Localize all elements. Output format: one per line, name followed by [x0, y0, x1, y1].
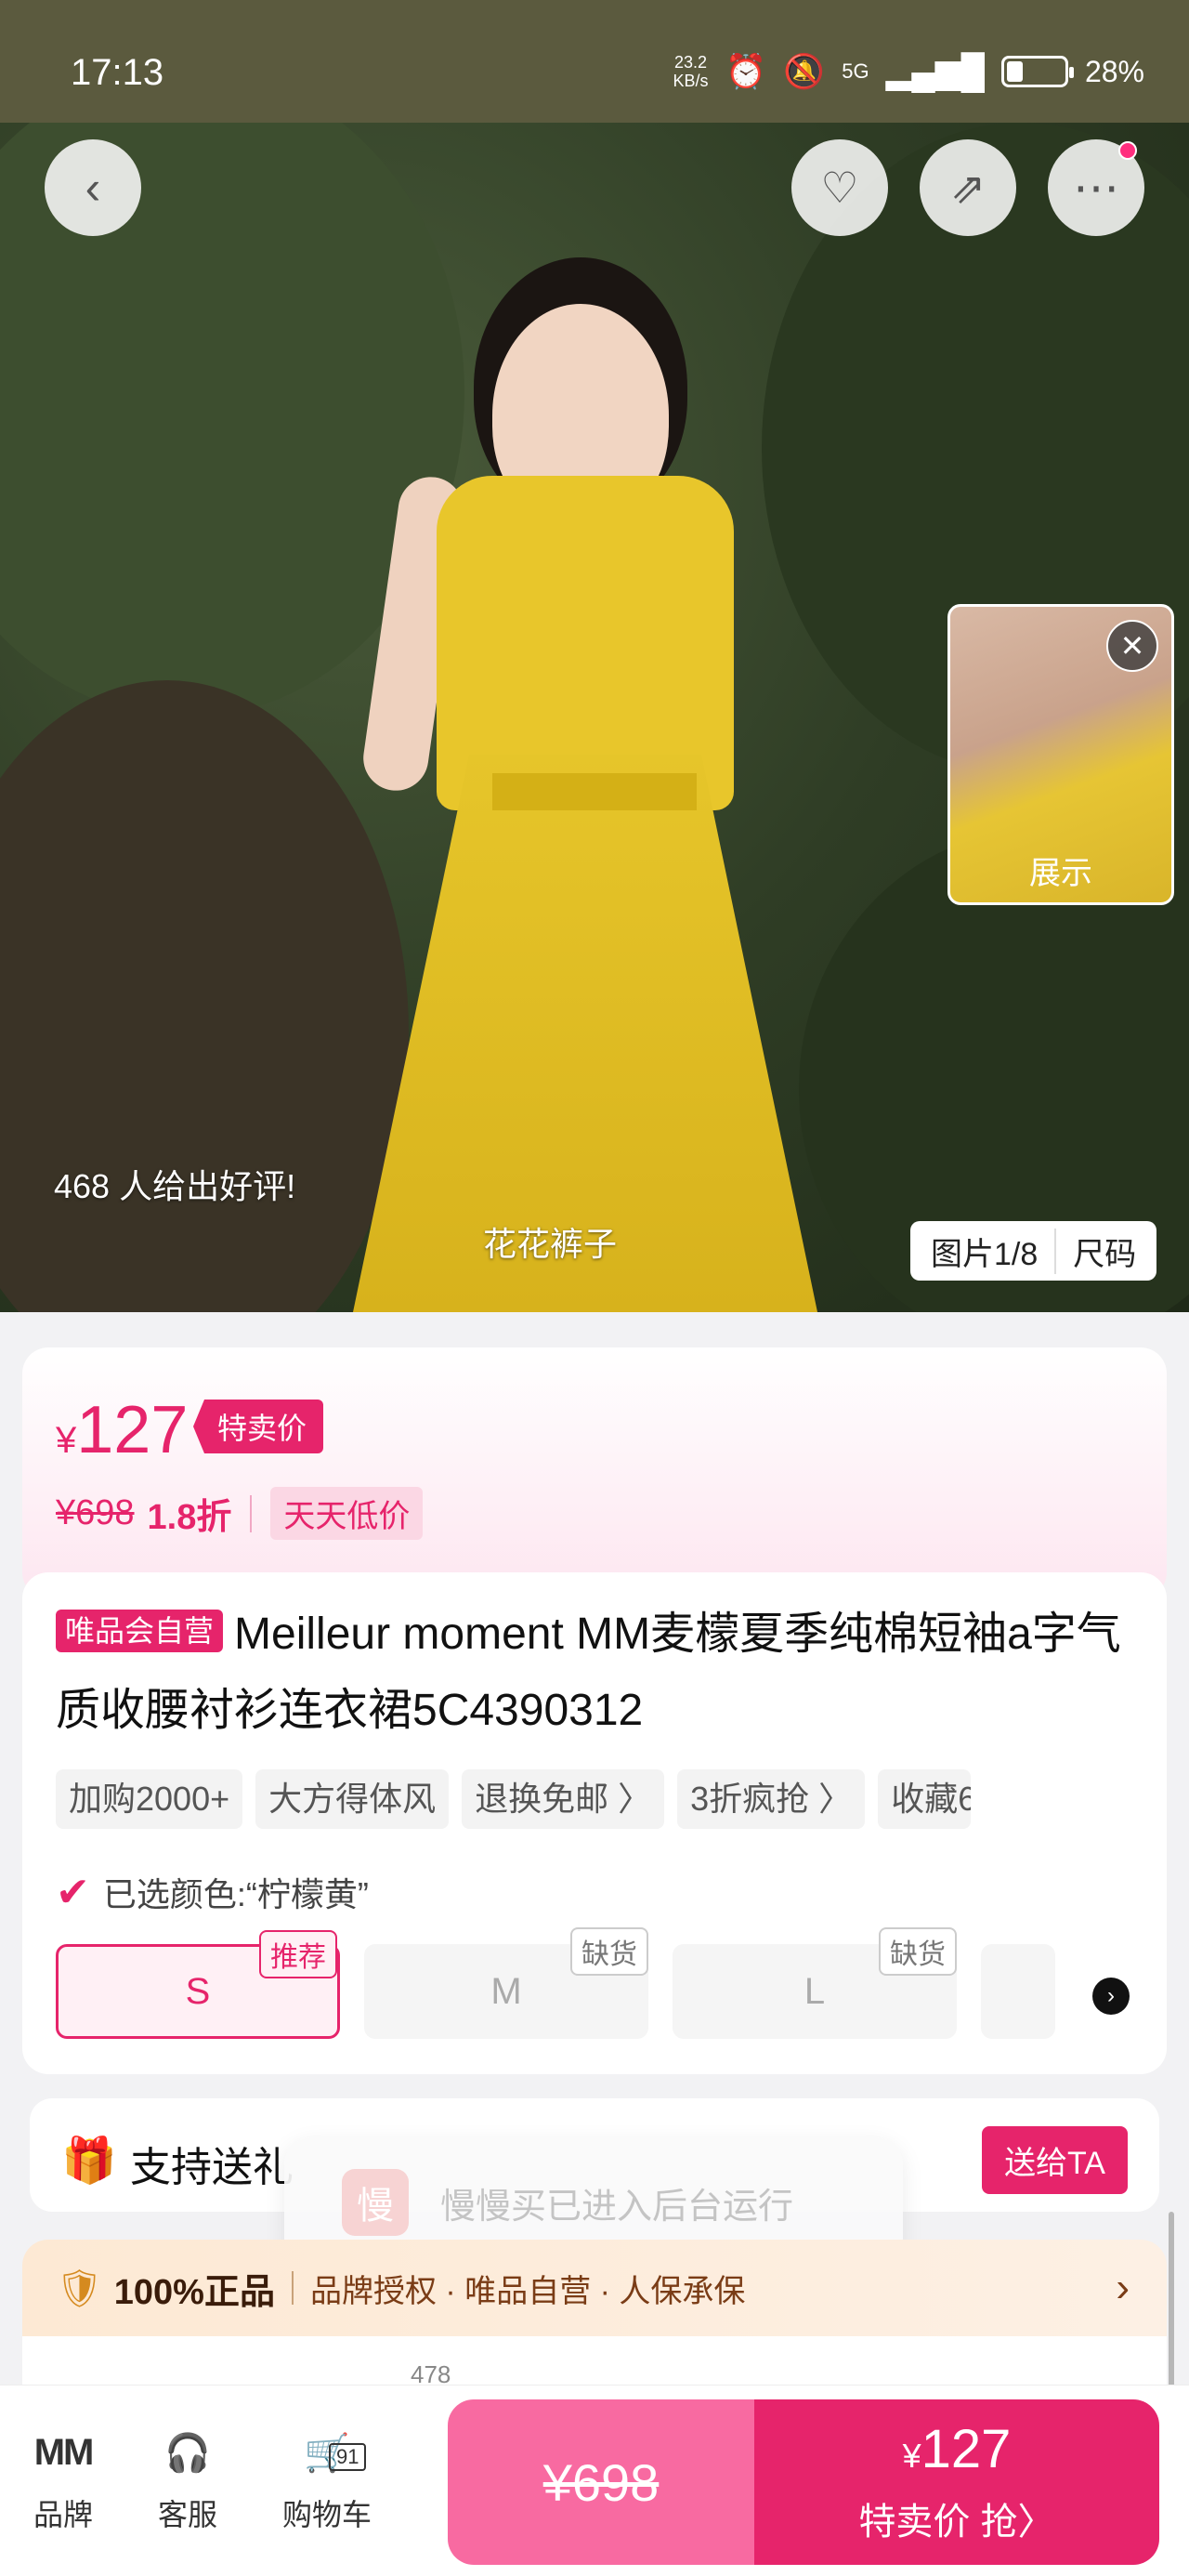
out-of-stock-flag: 缺货 — [879, 1927, 957, 1976]
size-selector: S 推荐 M 缺货 L 缺货 — [56, 1927, 1055, 2039]
shield-icon: 🛡 — [56, 2267, 103, 2309]
back-button[interactable]: ‹ — [45, 139, 141, 236]
more-dots-icon: ⋯ — [1073, 162, 1119, 214]
out-of-stock-flag: 缺货 — [570, 1927, 648, 1976]
gallery-tabs: 图片1/8 尺码 — [910, 1221, 1157, 1281]
wishlist-button[interactable]: ♡ — [791, 139, 888, 236]
size-option-m[interactable]: M 缺货 — [364, 1927, 648, 2039]
tab-images[interactable]: 图片1/8 — [914, 1228, 1057, 1274]
tab-size[interactable]: 尺码 — [1056, 1229, 1153, 1274]
self-operated-tag: 唯品会自营 — [56, 1610, 224, 1652]
mute-icon: 🔕 — [783, 52, 826, 90]
special-price-tag: 特卖价 — [193, 1400, 324, 1453]
headset-icon: 🎧 — [164, 2432, 211, 2474]
nav-brand[interactable]: MM 品牌 — [33, 2423, 95, 2534]
heart-plus-icon: ♡ — [820, 164, 859, 212]
status-icons: 23.2 KB/s ⏰ 🔕 5G ▂▄▆█ 28% — [673, 52, 1144, 91]
chip-style: 大方得体风 — [255, 1769, 450, 1829]
thumbnail-label: 展示 — [1029, 856, 1092, 891]
nav-cart[interactable]: 🛒 91 购物车 — [282, 2423, 372, 2534]
price-card: ¥127 特卖价 ¥698 1.8折 天天低价 — [22, 1347, 1167, 1598]
app-icon: 慢 — [342, 2169, 409, 2236]
alarm-icon: ⏰ — [725, 52, 767, 90]
status-time: 17:13 — [71, 52, 164, 93]
product-dress — [353, 476, 817, 1312]
price-details: ¥698 1.8折 天天低价 — [56, 1487, 424, 1540]
guarantee-title: 100%正品 — [113, 2272, 275, 2312]
close-icon[interactable]: ✕ — [1106, 620, 1158, 672]
buy-button-group: ¥698 ¥127 特卖价 抢〉 — [448, 2399, 1159, 2565]
chevron-right-icon: › — [1116, 2265, 1130, 2310]
nav-customer-service[interactable]: 🎧 客服 — [158, 2423, 217, 2534]
product-chips: 加购2000+ 大方得体风 退换免邮 〉 3折疯抢 〉 收藏600+ — [56, 1769, 972, 1829]
notification-dot — [1118, 141, 1137, 160]
chip-flash-sale[interactable]: 3折疯抢 〉 — [677, 1769, 866, 1829]
brand-logo-icon: MM — [33, 2431, 95, 2473]
recommended-flag: 推荐 — [259, 1930, 337, 1978]
scrollbar[interactable] — [1169, 2212, 1174, 2407]
daily-low-tag: 天天低价 — [270, 1487, 424, 1540]
net-rate: 23.2 KB/s — [673, 53, 709, 90]
current-price: ¥127 — [56, 1393, 189, 1467]
status-bar: 17:13 23.2 KB/s ⏰ 🔕 5G ▂▄▆█ 28% — [0, 0, 1189, 123]
battery-icon — [1000, 56, 1074, 87]
original-price-button[interactable]: ¥698 — [448, 2399, 754, 2565]
gift-text: 支持送礼 — [130, 2145, 294, 2190]
guarantee-items: 品牌授权 · 唯品自营 · 人保承保 — [309, 2273, 746, 2309]
more-button[interactable]: ⋯ — [1048, 139, 1144, 236]
review-hint: 468 人给出好评! — [54, 1167, 296, 1205]
send-gift-button[interactable]: 送给TA — [982, 2126, 1128, 2194]
content-strip — [22, 2336, 1167, 2392]
chevron-left-icon: ‹ — [85, 162, 101, 214]
buy-now-button[interactable]: ¥127 特卖价 抢〉 — [754, 2399, 1159, 2565]
size-option-l[interactable]: L 缺货 — [673, 1927, 957, 2039]
chip-free-returns[interactable]: 退换免邮 〉 — [462, 1769, 665, 1829]
network-label: 5G — [842, 59, 869, 83]
battery-percent: 28% — [1084, 54, 1144, 88]
original-price: ¥698 — [56, 1493, 135, 1532]
check-icon: ✔ — [56, 1869, 90, 1915]
gift-icon: 🎁 — [61, 2136, 117, 2186]
product-info-card: 唯品会自营 Meilleur moment MM麦檬夏季纯棉短袖a字气质收腰衬衫连… — [22, 1572, 1167, 2074]
cart-icon: 🛒 91 — [290, 2423, 367, 2482]
selected-color: ✔ 已选颜色:“柠檬黄” — [56, 1869, 369, 1915]
size-option-s[interactable]: S 推荐 — [56, 1930, 340, 2039]
chip-added-to-cart: 加购2000+ — [56, 1769, 243, 1829]
signal-icon: ▂▄▆█ — [885, 52, 985, 90]
thumbnail-preview[interactable]: ✕ 展示 — [947, 604, 1174, 905]
share-icon: ⇗ — [949, 164, 986, 212]
share-button[interactable]: ⇗ — [920, 139, 1016, 236]
photo-credit: 花花裤子 — [483, 1225, 618, 1263]
size-option-more[interactable] — [981, 1944, 1055, 2039]
authenticity-guarantee[interactable]: 🛡 100%正品 品牌授权 · 唯品自营 · 人保承保 › — [22, 2240, 1167, 2336]
toast-text: 慢慢买已进入后台运行 — [440, 2187, 794, 2227]
chip-favorites: 收藏600+ — [878, 1769, 972, 1829]
cart-count: 91 — [329, 2443, 367, 2471]
product-title: 唯品会自营 Meilleur moment MM麦檬夏季纯棉短袖a字气质收腰衬衫连… — [56, 1610, 1121, 1735]
chevron-right-icon[interactable]: › — [1092, 1978, 1130, 2015]
discount-rate: 1.8折 — [147, 1498, 232, 1537]
